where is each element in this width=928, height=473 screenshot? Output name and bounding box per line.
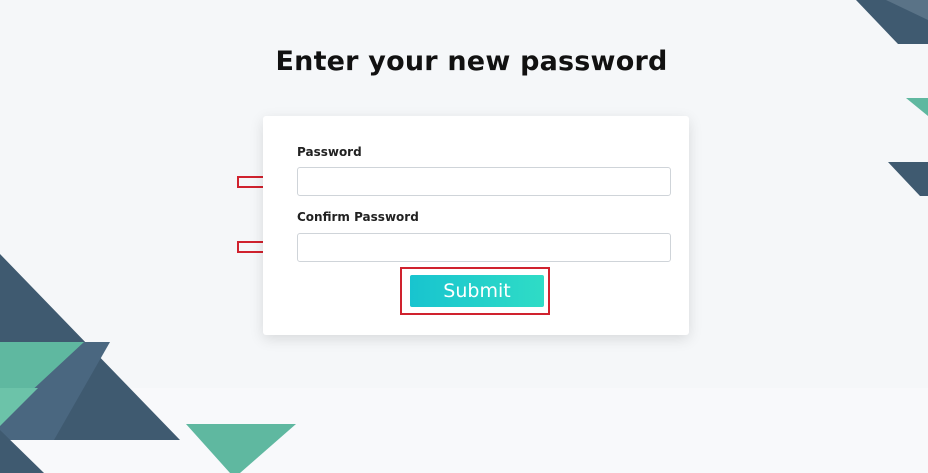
page-title: Enter your new password bbox=[275, 46, 668, 77]
password-input[interactable] bbox=[297, 167, 671, 196]
password-label: Password bbox=[297, 145, 362, 159]
password-reset-card: Password Confirm Password Submit bbox=[263, 116, 689, 335]
confirm-password-input[interactable] bbox=[297, 233, 671, 262]
submit-highlight-box: Submit bbox=[400, 267, 550, 315]
confirm-password-label: Confirm Password bbox=[297, 210, 419, 224]
page: Enter your new password Password Confirm… bbox=[0, 0, 928, 473]
submit-button[interactable]: Submit bbox=[410, 275, 544, 307]
